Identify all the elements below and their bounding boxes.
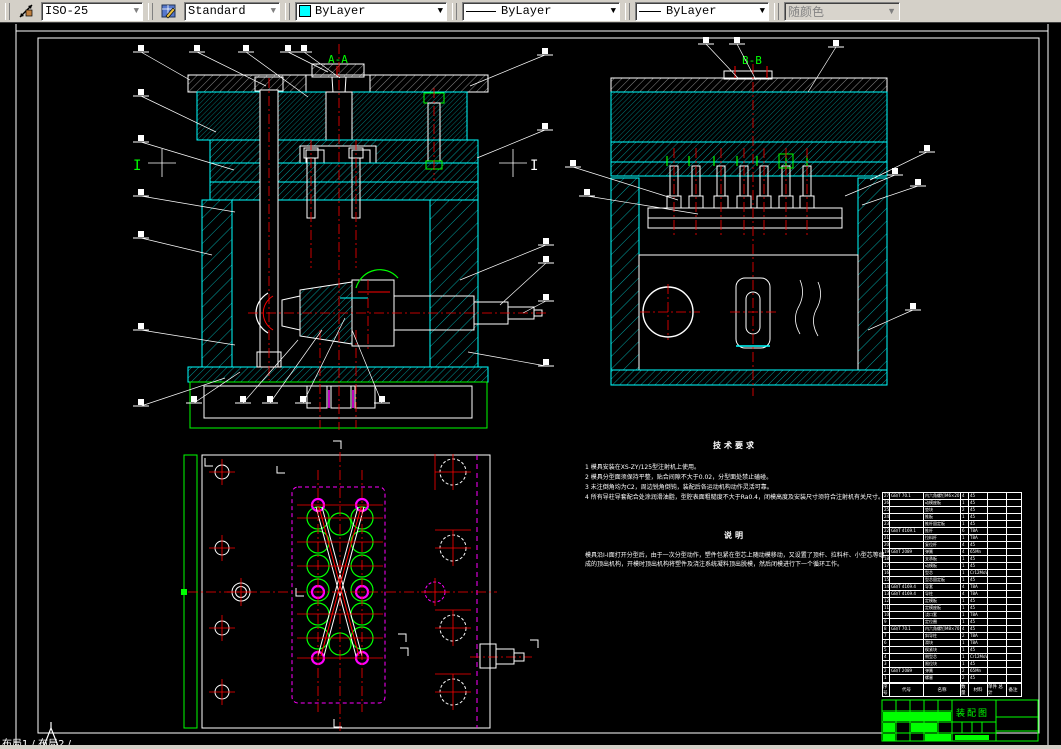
toolbar-grip[interactable] bbox=[285, 2, 290, 20]
toolbar-grip[interactable] bbox=[452, 2, 457, 20]
text-style-value: Standard bbox=[188, 4, 246, 18]
bom-header-cell: 备注 bbox=[1008, 688, 1018, 693]
bom-row: 1 螺塞 2 45 bbox=[883, 675, 1021, 682]
tech-requirement-item: 1 模具安装在XS-ZY/125型注射机上使用。 bbox=[585, 464, 701, 471]
tech-requirements-title: 技术要求 bbox=[713, 441, 757, 450]
bom-row: 21 拉料杆 1 T8A bbox=[883, 535, 1021, 542]
bom-row: 2 GB/T 2089 弹簧 2 65Mn bbox=[883, 668, 1021, 675]
bom-row: 15 型芯固定板 1 45 bbox=[883, 577, 1021, 584]
chevron-down-icon: ▼ bbox=[759, 6, 765, 16]
bom-header-cell: 单件 总计 bbox=[988, 684, 1007, 696]
bom-row: 12 定模板 1 45 bbox=[883, 598, 1021, 605]
detail-i-left-label: I bbox=[133, 158, 141, 174]
section-view-a: A-A I I bbox=[133, 44, 548, 430]
bom-row: 26 动模座板 1 45 bbox=[883, 500, 1021, 507]
chevron-down-icon: ▼ bbox=[887, 6, 896, 16]
bom-table: 27 GB/T 70.1 内六角螺钉M6×20 4 45 26 动模座板 1 45 25 垫… bbox=[882, 492, 1022, 683]
bom-row: 14 GB/T 4169.4 导套 4 T8A bbox=[883, 584, 1021, 591]
section-view-b: B-B bbox=[610, 54, 888, 396]
dim-style-value: ISO-25 bbox=[45, 4, 89, 18]
bom-header-cell: 数量 bbox=[961, 684, 969, 696]
toolbar-grip[interactable] bbox=[774, 2, 779, 20]
bom-row: 3 限位块 1 45 bbox=[883, 661, 1021, 668]
bom-row: 16 型芯 1 Cr12MoV bbox=[883, 570, 1021, 577]
bom-row: 24 推板 1 45 bbox=[883, 514, 1021, 521]
toolbar-grip[interactable] bbox=[148, 2, 153, 20]
tech-requirement-item: 2 模具分型面须保持平整，贴合间隙不大于0.02，分型面处禁止磕碰。 bbox=[585, 474, 773, 481]
text-style-icon-button[interactable] bbox=[157, 1, 181, 21]
bom-row: 9 定位圈 1 45 bbox=[883, 619, 1021, 626]
linetype-glyph bbox=[466, 10, 496, 12]
notes-block: 说明 模具沿I-I面打开分型后，由于一次分型动作，塑件包紧在型芯上随动模移动，又… bbox=[585, 530, 885, 569]
bom-row: 13 GB/T 4169.4 导柱 4 T8A bbox=[883, 591, 1021, 598]
bom-row: 8 GB/T 70.1 内六角螺钉M8×70 4 45 bbox=[883, 626, 1021, 633]
dim-style-select[interactable]: ISO-25 ▼ bbox=[41, 1, 143, 21]
bom-row: 6 滑块 1 T8A bbox=[883, 640, 1021, 647]
text-style-icon bbox=[161, 4, 176, 19]
tech-requirement-item: 3 未注倒角均为C2，周边锐角倒钝，装配后各运动机构动作灵活可靠。 bbox=[585, 484, 773, 491]
chevron-down-icon: ▼ bbox=[270, 6, 276, 16]
lineweight-glyph bbox=[639, 10, 661, 12]
bom-header-cell: 名称 bbox=[924, 684, 961, 696]
bom-row: 20 复位杆 4 45 bbox=[883, 542, 1021, 549]
toolbar-grip[interactable] bbox=[625, 2, 630, 20]
chevron-down-icon: ▼ bbox=[133, 6, 139, 16]
bom-row: 17 动模板 1 45 bbox=[883, 563, 1021, 570]
linetype-select[interactable]: ByLayer ▼ bbox=[462, 1, 620, 21]
bom-row: 5 楔紧块 1 45 bbox=[883, 647, 1021, 654]
bom-row: 22 GB/T 4169.1 推杆 6 T8A bbox=[883, 528, 1021, 535]
color-swatch bbox=[299, 5, 311, 17]
drawing-name-label: 装配图 bbox=[956, 707, 989, 719]
linetype-value: ByLayer bbox=[501, 4, 552, 18]
toolbar-grip[interactable] bbox=[5, 2, 10, 20]
bom-row: 25 垫块 2 45 bbox=[883, 507, 1021, 514]
bom-row: 4 侧型芯 1 Cr12MoV bbox=[883, 654, 1021, 661]
notes-body: 模具沿I-I面打开分型后，由于一次分型动作，塑件包紧在型芯上随动模移动，又设置了… bbox=[585, 552, 885, 568]
plot-style-select: 随颜色 ▼ bbox=[784, 1, 900, 21]
title-block: 装配图 bbox=[881, 699, 1039, 742]
tech-requirements: 技术要求 1 模具安装在XS-ZY/125型注射机上使用。 2 模具分型面须保持平… bbox=[585, 440, 885, 503]
statusbar-edge bbox=[0, 745, 1061, 749]
bom-row: 10 浇口套 1 T8A bbox=[883, 612, 1021, 619]
bom-row: 18 支承板 1 45 bbox=[883, 556, 1021, 563]
bom-row: 27 GB/T 70.1 内六角螺钉M6×20 4 45 bbox=[883, 493, 1021, 500]
text-style-select[interactable]: Standard ▼ bbox=[184, 1, 280, 21]
bom-header-cell: 序号 bbox=[883, 684, 890, 696]
bom-header: 序号 代号 名称 数量 材料 单件 总计 备注 bbox=[882, 683, 1022, 697]
plot-style-value: 随颜色 bbox=[788, 4, 825, 19]
bom-header-cell: 材料 bbox=[969, 684, 988, 696]
detail-i-right-label: I bbox=[530, 158, 538, 174]
chevron-down-icon: ▼ bbox=[437, 6, 443, 16]
bom-header-cell: 代号 bbox=[890, 684, 924, 696]
color-select[interactable]: ByLayer ▼ bbox=[295, 1, 447, 21]
bom-row: 23 推杆固定板 1 45 bbox=[883, 521, 1021, 528]
plan-view bbox=[181, 440, 539, 731]
section-a-label: A-A bbox=[328, 53, 348, 66]
tech-requirements-list: 1 模具安装在XS-ZY/125型注射机上使用。 2 模具分型面须保持平整，贴合间… bbox=[585, 463, 885, 503]
tech-requirement-item: 4 所有导柱导套配合处涂润滑油脂，型腔表面粗糙度不大于Ra0.4，闭模高度及安装… bbox=[585, 494, 884, 501]
chevron-down-icon: ▼ bbox=[610, 6, 616, 16]
notes-title: 说明 bbox=[724, 531, 746, 540]
color-value: ByLayer bbox=[315, 4, 366, 18]
bom-row: 11 定模座板 1 45 bbox=[883, 605, 1021, 612]
dim-style-icon-button[interactable] bbox=[14, 1, 38, 21]
dim-style-icon bbox=[19, 4, 33, 18]
bom-row: 7 斜导柱 2 T8A bbox=[883, 633, 1021, 640]
toolbar: ISO-25 ▼ Standard ▼ ByLayer ▼ ByLayer ▼ bbox=[0, 0, 1061, 23]
bom-row: 19 GB/T 2089 弹簧 4 65Mn bbox=[883, 549, 1021, 556]
section-b-label: B-B bbox=[742, 54, 762, 67]
lineweight-select[interactable]: ByLayer ▼ bbox=[635, 1, 769, 21]
lineweight-value: ByLayer bbox=[666, 4, 717, 18]
cad-window: ISO-25 ▼ Standard ▼ ByLayer ▼ ByLayer ▼ bbox=[0, 0, 1061, 749]
